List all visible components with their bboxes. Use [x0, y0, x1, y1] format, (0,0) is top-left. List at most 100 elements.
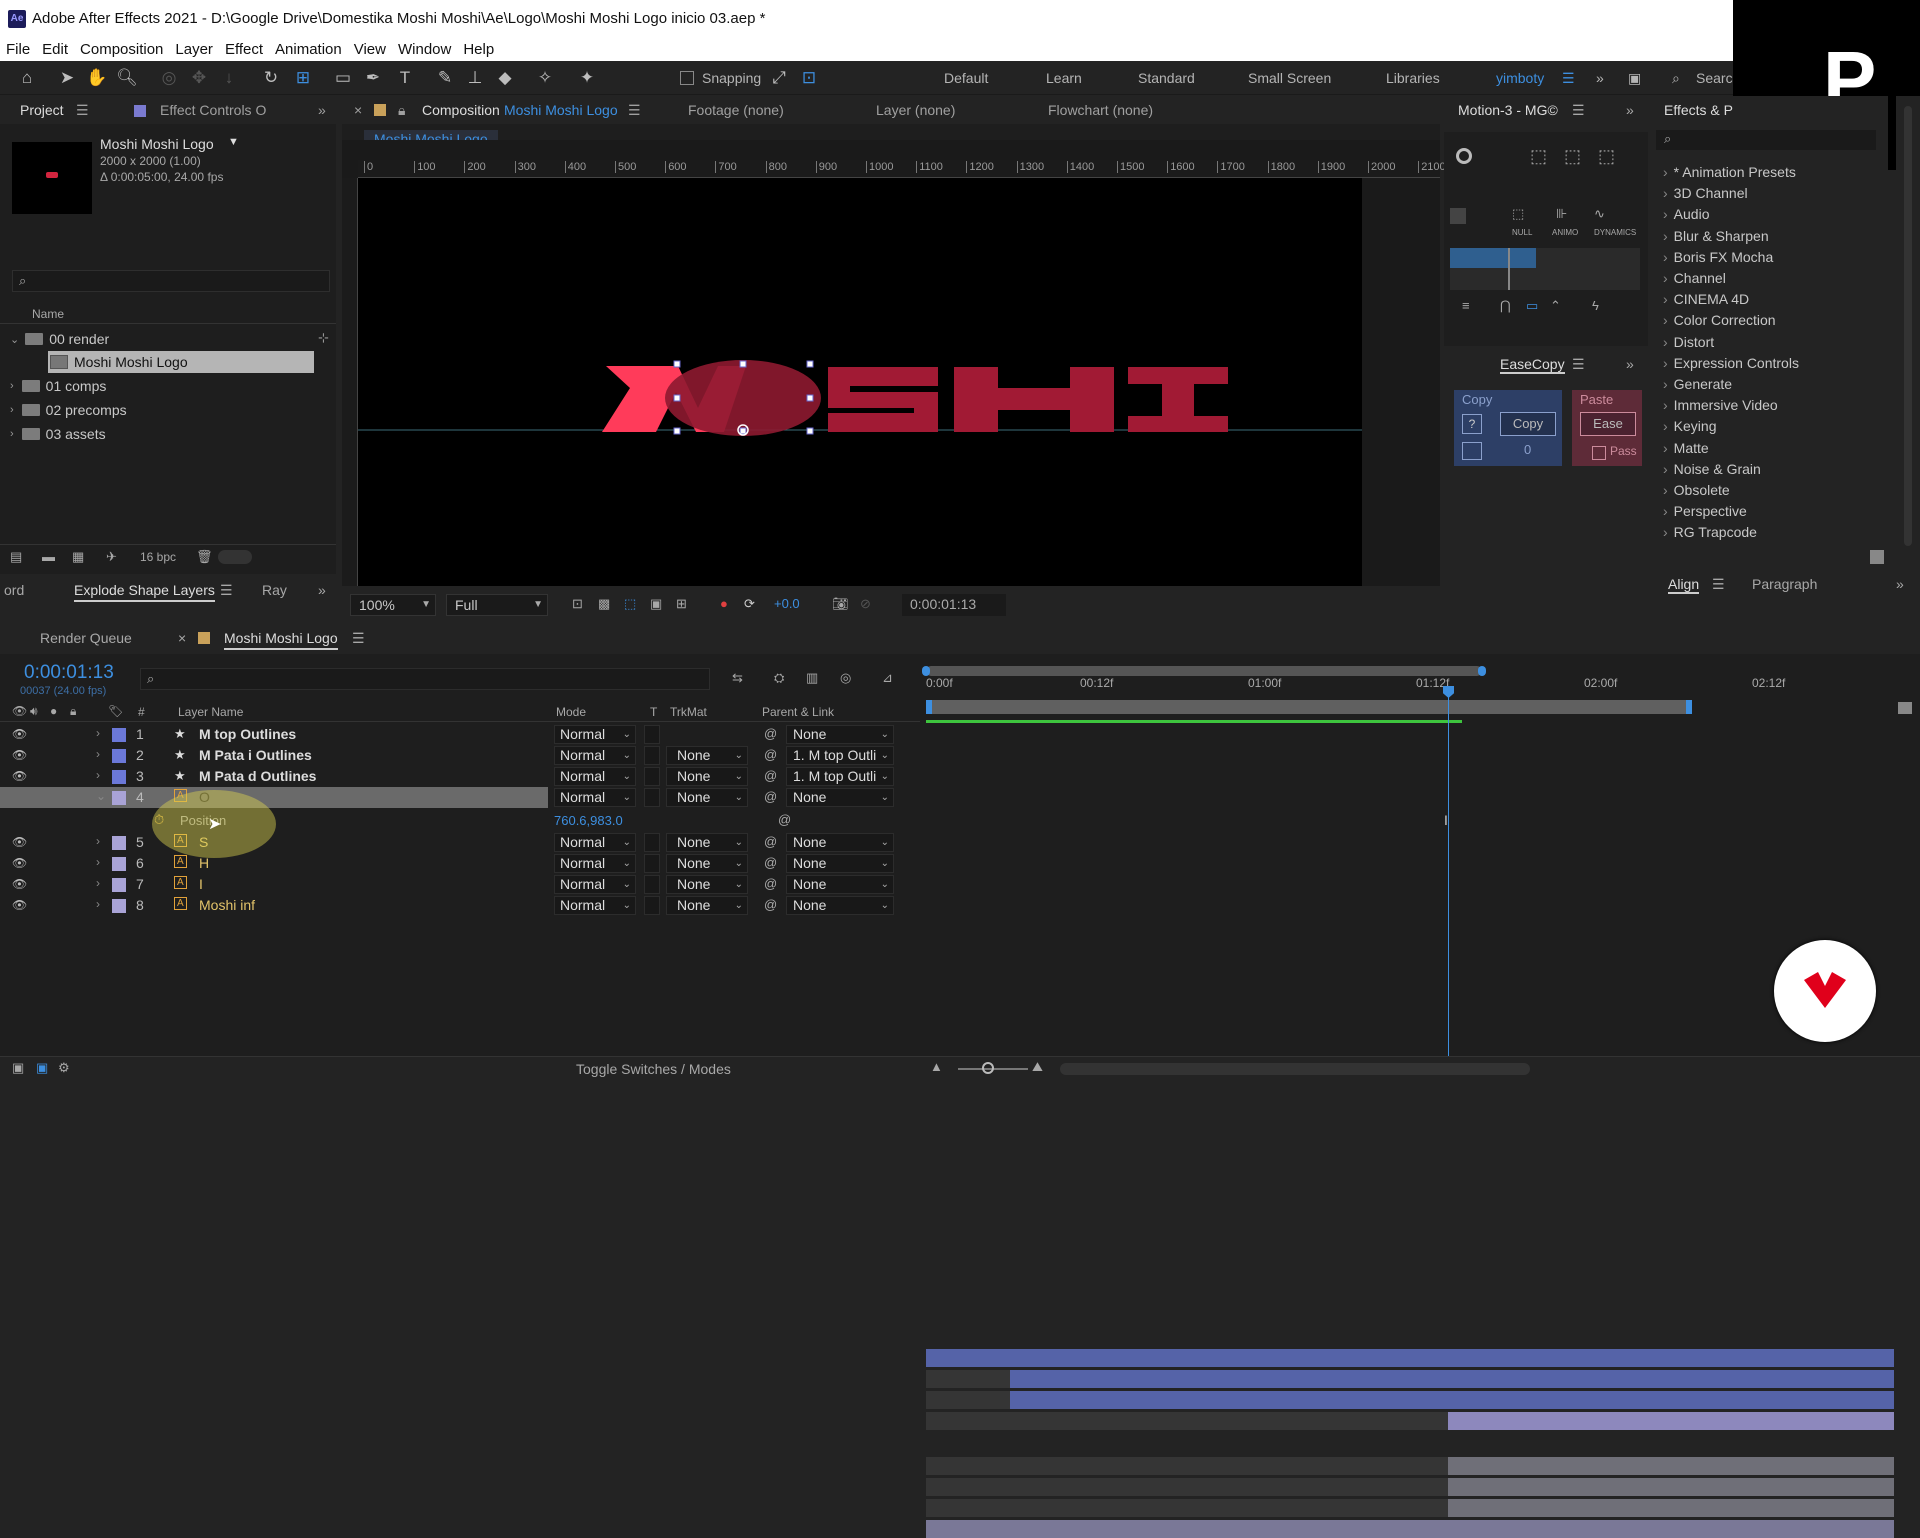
distribute-icon[interactable]: ≡	[1462, 298, 1470, 313]
project-folder-01-comps[interactable]: › 01 comps	[10, 375, 106, 397]
mode-select[interactable]: Normal ⌄	[554, 896, 636, 915]
trkmat-select[interactable]: None ⌄	[666, 746, 748, 765]
workspace-standard[interactable]: Standard	[1138, 70, 1195, 86]
parent-pick-whip-icon[interactable]: @	[764, 789, 777, 804]
orbit-tool-icon[interactable]: ◎	[158, 67, 180, 89]
collapse-chevron-icon[interactable]: ›	[96, 747, 100, 761]
collapse-chevron-icon[interactable]: ›	[10, 428, 14, 440]
safe-margins-icon[interactable]: ▣	[650, 596, 662, 612]
exposure-value[interactable]: +0.0	[774, 596, 800, 611]
transparency-grid-icon[interactable]: ▩	[598, 596, 610, 612]
panel-overflow-icon[interactable]: »	[318, 582, 326, 598]
puppet-pin-icon[interactable]: ✦	[576, 67, 598, 89]
motion-menu-icon[interactable]: ☰	[1572, 102, 1585, 119]
project-folder-02-precomps[interactable]: › 02 precomps	[10, 399, 127, 421]
tab-effect-controls[interactable]: Effect Controls O	[160, 102, 266, 118]
timeline-timecode[interactable]: 0:00:01:13	[24, 662, 114, 684]
layer-row[interactable]: 👁︎ › 2 ★ M Pata i Outlines Normal ⌄ None ⌄ @1. M …	[0, 745, 920, 766]
trash-icon[interactable]: 🗑︎	[196, 549, 213, 565]
collapse-chevron-icon[interactable]: ›	[96, 876, 100, 890]
effect-category[interactable]: Audio	[1663, 206, 1710, 222]
tab-layer[interactable]: Layer (none)	[876, 102, 955, 118]
layer-row[interactable]: 👁︎ › 6 A H Normal ⌄ None ⌄ @ None ⌄	[0, 853, 920, 874]
channel-icon[interactable]: ●	[720, 596, 728, 611]
snap-options-icon[interactable]: ⤢	[768, 67, 790, 89]
effect-category[interactable]: RG Trapcode	[1663, 524, 1757, 540]
comp-name-dropdown-icon[interactable]: ▼	[228, 136, 239, 148]
easing-graph[interactable]	[1450, 248, 1640, 290]
type-tool-icon[interactable]: T	[394, 67, 416, 89]
effect-category[interactable]: Channel	[1663, 270, 1726, 286]
project-folder-00-render[interactable]: ⌄ 00 render ⊹	[10, 328, 334, 350]
tab-composition-label[interactable]: Composition	[422, 102, 500, 118]
layer-name-column-header[interactable]: Layer Name	[178, 705, 243, 719]
zoom-slider-thumb[interactable]	[982, 1062, 994, 1074]
snap-grid-icon[interactable]: ⊡	[798, 67, 820, 89]
parent-pick-whip-icon[interactable]: @	[764, 855, 777, 870]
visibility-eye-icon[interactable]: 👁︎	[12, 835, 27, 849]
magnification-select[interactable]: 100% ▼	[350, 594, 436, 616]
parent-pick-whip-icon[interactable]: @	[764, 834, 777, 849]
dolly-tool-icon[interactable]: ↓	[218, 67, 240, 89]
tab-ray[interactable]: Ray	[262, 582, 287, 598]
parent-select[interactable]: None ⌄	[786, 854, 894, 873]
effect-category[interactable]: Immersive Video	[1663, 397, 1778, 413]
effect-category[interactable]: 3D Channel	[1663, 185, 1748, 201]
layer-name[interactable]: M Pata d Outlines	[199, 768, 316, 784]
new-preset-icon[interactable]	[1870, 550, 1884, 564]
tab-explode-shape-layers[interactable]: Explode Shape Layers	[74, 582, 215, 602]
thumbnail-slider[interactable]	[218, 550, 252, 564]
help-button[interactable]: ?	[1462, 414, 1482, 434]
zoom-tool-icon[interactable]: 🔍︎	[116, 67, 138, 89]
effect-category[interactable]: Perspective	[1663, 503, 1747, 519]
parent-select[interactable]: None ⌄	[786, 788, 894, 807]
layer-name[interactable]: I	[199, 876, 203, 892]
home-icon[interactable]: ⌂	[16, 67, 38, 89]
zoom-out-icon[interactable]: ▲	[930, 1059, 943, 1074]
toggle-switches-modes[interactable]: Toggle Switches / Modes	[576, 1061, 731, 1077]
trkmat-select[interactable]: None ⌄	[666, 833, 748, 852]
effect-category[interactable]: Generate	[1663, 376, 1732, 392]
color-management-icon[interactable]: ⟳	[744, 596, 755, 612]
tab-align[interactable]: Align	[1668, 576, 1700, 594]
visibility-eye-icon[interactable]: 👁︎	[12, 856, 27, 870]
preserve-transparency-checkbox[interactable]	[644, 746, 660, 765]
position-value[interactable]: 760.6,983.0	[554, 813, 623, 828]
workspace-libraries[interactable]: Libraries	[1386, 70, 1440, 86]
trash-icon[interactable]	[1462, 442, 1482, 460]
trkmat-select[interactable]: None ⌄	[666, 788, 748, 807]
visibility-eye-icon[interactable]: 👁︎	[12, 769, 27, 783]
parent-select[interactable]: None ⌄	[786, 896, 894, 915]
mode-select[interactable]: Normal ⌄	[554, 746, 636, 765]
pan-tool-icon[interactable]: ✥	[188, 67, 210, 89]
video-switch-icon[interactable]: 👁︎	[12, 704, 27, 718]
select-tool-icon[interactable]: ⬚	[1530, 146, 1547, 167]
bit-depth-label[interactable]: 16 bpc	[140, 550, 176, 564]
comp-mini-flowchart-icon[interactable]: ⇆	[732, 670, 743, 686]
solo-switch-icon[interactable]: ●	[50, 704, 57, 718]
layer-name[interactable]: M top Outlines	[199, 726, 296, 742]
project-item-moshi-moshi-logo[interactable]: Moshi Moshi Logo	[48, 351, 314, 373]
mode-select[interactable]: Normal ⌄	[554, 788, 636, 807]
layer-duration-bar[interactable]	[1448, 1478, 1894, 1496]
tab-render-queue[interactable]: Render Queue	[40, 630, 132, 646]
hand-tool-icon[interactable]: ✋	[86, 67, 108, 89]
preserve-transparency-checkbox[interactable]	[644, 854, 660, 873]
preserve-transparency-checkbox[interactable]	[644, 833, 660, 852]
parent-pick-whip-icon[interactable]: @	[764, 876, 777, 891]
frame-blending-icon[interactable]: ▥	[806, 670, 818, 686]
menu-effect[interactable]: Effect	[225, 41, 263, 58]
workspace-overflow-icon[interactable]: »	[1596, 70, 1604, 86]
shy-layers-icon[interactable]: ⛭	[774, 670, 784, 686]
collapse-chevron-icon[interactable]: ›	[10, 404, 14, 416]
effect-category[interactable]: CINEMA 4D	[1663, 291, 1749, 307]
collapse-chevron-icon[interactable]: ›	[96, 726, 100, 740]
graph-editor-icon[interactable]: ⊿	[882, 670, 893, 686]
mode-select[interactable]: Normal ⌄	[554, 833, 636, 852]
new-folder-icon[interactable]: ▬	[42, 549, 55, 564]
brush-tool-icon[interactable]: ✎	[434, 67, 456, 89]
grid-guides-icon[interactable]: ⊞	[676, 596, 687, 612]
navigator-start-handle[interactable]	[922, 666, 930, 676]
anim-icon[interactable]: ⊪	[1556, 206, 1567, 222]
expand-chevron-icon[interactable]: ⌄	[10, 333, 19, 346]
